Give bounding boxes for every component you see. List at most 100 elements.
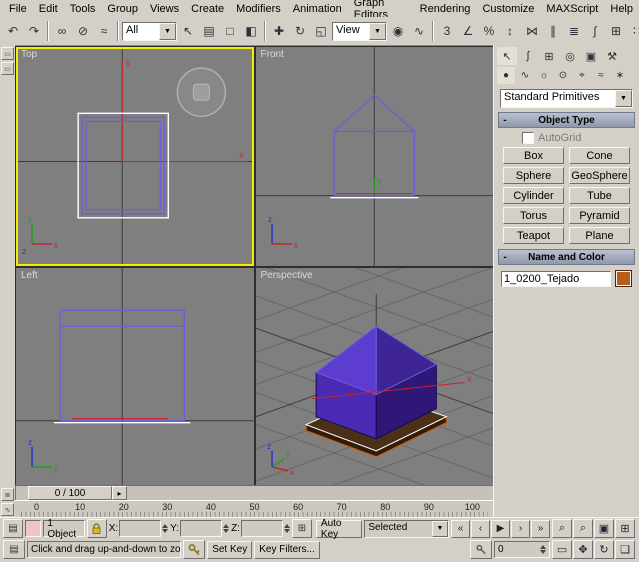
z-coordinate-field[interactable]: [241, 520, 283, 537]
cone-button[interactable]: Cone: [569, 147, 630, 164]
menu-file[interactable]: File: [3, 2, 33, 16]
select-object-icon[interactable]: ↖: [178, 21, 198, 41]
left-viewport-canvas[interactable]: z y: [16, 268, 254, 487]
tab-display-icon[interactable]: ▣: [581, 47, 601, 65]
align-icon[interactable]: ∥: [543, 21, 563, 41]
sphere-button[interactable]: Sphere: [503, 167, 564, 184]
time-slider-track[interactable]: 0 / 100 ▸: [15, 485, 494, 501]
autogrid-checkbox[interactable]: [522, 132, 534, 144]
category-systems-icon[interactable]: ∗: [611, 67, 629, 84]
current-frame-field[interactable]: 0: [494, 541, 550, 558]
set-keys-key-icon[interactable]: [183, 540, 205, 559]
select-and-rotate-icon[interactable]: ↻: [290, 21, 310, 41]
menu-animation[interactable]: Animation: [287, 2, 348, 16]
chevron-down-icon[interactable]: ▼: [369, 23, 386, 40]
category-lights-icon[interactable]: ☼: [535, 67, 553, 84]
plane-button[interactable]: Plane: [569, 227, 630, 244]
zoom-icon[interactable]: ⌕: [552, 519, 572, 538]
cylinder-button[interactable]: Cylinder: [503, 187, 564, 204]
primitive-category-dropdown[interactable]: Standard Primitives ▼: [500, 89, 633, 108]
spinner-icon[interactable]: [540, 545, 546, 554]
x-coordinate-field[interactable]: [119, 520, 161, 537]
percent-snap-icon[interactable]: %: [479, 21, 499, 41]
viewport-top[interactable]: Top y x: [16, 47, 254, 266]
tab-utilities-icon[interactable]: ⚒: [602, 47, 622, 65]
menu-group[interactable]: Group: [101, 2, 144, 16]
category-geometry-icon[interactable]: ●: [497, 67, 515, 84]
mirror-icon[interactable]: ⋈: [522, 21, 542, 41]
chevron-down-icon[interactable]: ▼: [159, 23, 176, 40]
viewport-perspective[interactable]: Perspective: [256, 268, 494, 487]
menu-create[interactable]: Create: [185, 2, 230, 16]
geosphere-button[interactable]: GeoSphere: [569, 167, 630, 184]
object-type-rollout-header[interactable]: - Object Type: [498, 112, 635, 128]
menu-help[interactable]: Help: [604, 2, 639, 16]
zoom-extents-icon[interactable]: ▣: [594, 519, 614, 538]
category-helpers-icon[interactable]: ⌖: [573, 67, 591, 84]
unlink-selection-icon[interactable]: ⊘: [73, 21, 93, 41]
transform-typein-mode-icon[interactable]: ⊞: [292, 519, 312, 538]
zoom-extents-all-icon[interactable]: ⊞: [615, 519, 635, 538]
name-color-rollout-header[interactable]: - Name and Color: [498, 249, 635, 265]
object-name-field[interactable]: [501, 271, 611, 287]
menu-customize[interactable]: Customize: [476, 2, 540, 16]
torus-button[interactable]: Torus: [503, 207, 564, 224]
spinner-snap-icon[interactable]: ↕: [500, 21, 520, 41]
spinner-icon[interactable]: [284, 524, 290, 533]
zoom-region-icon[interactable]: ▭: [552, 540, 572, 559]
schematic-view-icon[interactable]: ⊞: [606, 21, 626, 41]
perspective-viewport-canvas[interactable]: x x y z: [256, 268, 494, 487]
house-wireframe[interactable]: [78, 113, 168, 217]
zoom-all-icon[interactable]: ⌕: [573, 519, 593, 538]
front-viewport-canvas[interactable]: y z x: [256, 47, 494, 266]
pan-icon[interactable]: ✥: [573, 540, 593, 559]
redo-icon[interactable]: ↷: [24, 21, 44, 41]
tab-modify-icon[interactable]: ∫: [518, 47, 538, 65]
angle-snap-icon[interactable]: ∠: [458, 21, 478, 41]
use-pivot-center-icon[interactable]: ◉: [388, 21, 408, 41]
select-and-manipulate-icon[interactable]: ∿: [409, 21, 429, 41]
box-button[interactable]: Box: [503, 147, 564, 164]
play-button[interactable]: ▶: [491, 520, 510, 538]
side-toolbar-icon-1[interactable]: ▭: [1, 47, 14, 60]
material-editor-icon[interactable]: ∷: [627, 21, 639, 41]
tab-create-icon[interactable]: ↖: [497, 47, 517, 65]
menu-tools[interactable]: Tools: [64, 2, 102, 16]
category-spacewarps-icon[interactable]: ≈: [592, 67, 610, 84]
selection-set-dropdown[interactable]: Selected ▼: [364, 520, 449, 538]
viewport-front[interactable]: Front y: [256, 47, 494, 266]
tab-motion-icon[interactable]: ◎: [560, 47, 580, 65]
selection-lock-icon[interactable]: [87, 519, 107, 538]
macro-recorder-field[interactable]: [25, 520, 41, 537]
viewport-left[interactable]: Left: [16, 268, 254, 487]
move-gizmo[interactable]: y: [336, 177, 412, 194]
category-cameras-icon[interactable]: ⊙: [554, 67, 572, 84]
collapse-icon[interactable]: -: [499, 252, 511, 263]
y-coordinate-field[interactable]: [180, 520, 222, 537]
key-filters-button[interactable]: Key Filters...: [254, 541, 320, 559]
go-to-end-button[interactable]: »: [531, 520, 550, 538]
next-frame-button[interactable]: ›: [511, 520, 530, 538]
collapse-icon[interactable]: -: [499, 115, 511, 126]
previous-frame-button[interactable]: ‹: [471, 520, 490, 538]
listener-log-icon[interactable]: ▤: [3, 540, 25, 559]
next-frame-nub-icon[interactable]: ▸: [112, 486, 127, 500]
chevron-down-icon[interactable]: ▼: [432, 521, 448, 537]
min-max-toggle-icon[interactable]: ❏: [615, 540, 635, 559]
spinner-icon[interactable]: [162, 524, 168, 533]
bind-to-space-warp-icon[interactable]: ≈: [94, 21, 114, 41]
spinner-icon[interactable]: [223, 524, 229, 533]
menu-maxscript[interactable]: MAXScript: [540, 2, 604, 16]
select-by-name-icon[interactable]: ▤: [199, 21, 219, 41]
view-navigation-widget[interactable]: [177, 68, 225, 116]
tab-hierarchy-icon[interactable]: ⊞: [539, 47, 559, 65]
select-and-link-icon[interactable]: ∞: [52, 21, 72, 41]
tube-button[interactable]: Tube: [569, 187, 630, 204]
menu-edit[interactable]: Edit: [33, 2, 64, 16]
window-crossing-icon[interactable]: ◧: [241, 21, 261, 41]
menu-views[interactable]: Views: [144, 2, 185, 16]
selection-filter-dropdown[interactable]: All ▼: [122, 22, 177, 41]
curve-editor-icon[interactable]: ∫: [585, 21, 605, 41]
go-to-start-button[interactable]: «: [451, 520, 470, 538]
menu-rendering[interactable]: Rendering: [414, 2, 477, 16]
